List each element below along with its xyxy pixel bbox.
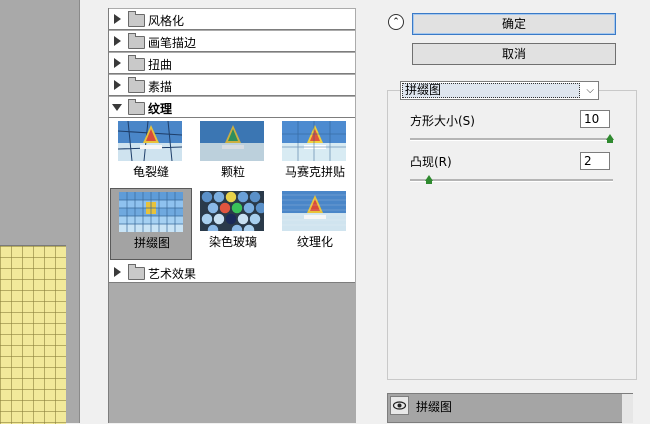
thumb-label: 纹理化 <box>296 235 333 249</box>
thumbnail-image <box>282 121 346 161</box>
thumb-label: 染色玻璃 <box>208 235 257 249</box>
thumb-grain[interactable]: 颗粒 <box>192 118 274 190</box>
relief-slider[interactable] <box>410 179 613 182</box>
square-size-label: 方形大小(S) <box>410 114 475 128</box>
category-artistic[interactable]: 艺术效果 <box>109 262 355 283</box>
triangle-right-icon[interactable] <box>114 80 121 90</box>
triangle-right-icon[interactable] <box>114 14 121 24</box>
thumbnail-image <box>200 121 264 161</box>
effect-layer-name: 拼缀图 <box>416 400 453 414</box>
folder-icon <box>128 77 145 93</box>
triangle-right-icon[interactable] <box>114 58 121 68</box>
square-size-input[interactable]: 10 <box>580 110 610 128</box>
category-texture[interactable]: 纹理 <box>109 97 355 118</box>
folder-icon <box>128 33 145 49</box>
cancel-button[interactable]: 取消 <box>412 43 616 65</box>
thumb-craquelure[interactable]: 龟裂缝 <box>110 118 192 190</box>
category-label: 画笔描边 <box>148 36 197 50</box>
relief-slider-handle[interactable] <box>424 175 433 184</box>
thumb-label: 颗粒 <box>220 165 245 179</box>
thumb-texturizer[interactable]: 纹理化 <box>274 188 356 260</box>
thumb-label: 龟裂缝 <box>132 165 169 179</box>
layers-scrollbar[interactable] <box>622 394 633 423</box>
preview-scroll-edge <box>80 0 98 423</box>
triangle-down-icon[interactable] <box>112 104 122 111</box>
category-label: 素描 <box>148 80 173 94</box>
filter-select-value: 拼缀图 <box>402 83 580 98</box>
chevron-down-icon[interactable]: ⌵ <box>586 85 594 96</box>
category-label: 扭曲 <box>148 58 173 72</box>
category-brush-strokes[interactable]: 画笔描边 <box>109 31 355 52</box>
thumb-stained-glass[interactable]: 染色玻璃 <box>192 188 274 260</box>
thumb-mosaic-tiles[interactable]: 马赛克拼贴 <box>274 118 356 190</box>
folder-icon <box>128 264 145 280</box>
triangle-right-icon[interactable] <box>114 267 121 277</box>
category-distort[interactable]: 扭曲 <box>109 53 355 74</box>
square-size-slider-handle[interactable] <box>606 134 614 143</box>
folder-icon <box>128 99 145 115</box>
category-sketch[interactable]: 素描 <box>109 75 355 96</box>
thumb-label: 拼缀图 <box>133 236 170 250</box>
triangle-right-icon[interactable] <box>114 36 121 46</box>
thumbnail-image <box>118 121 182 161</box>
category-label: 纹理 <box>148 102 173 116</box>
filter-select[interactable]: 拼缀图 ⌵ <box>400 81 599 100</box>
thumbnail-image <box>282 191 346 231</box>
square-size-slider[interactable] <box>410 138 613 141</box>
thumbnail-image <box>119 192 183 232</box>
filter-options-group <box>387 90 637 380</box>
eye-icon[interactable] <box>390 396 409 415</box>
thumb-patchwork[interactable]: 拼缀图 <box>110 188 192 260</box>
folder-icon <box>128 11 145 27</box>
category-label: 风格化 <box>148 14 185 28</box>
thumb-label: 马赛克拼贴 <box>284 165 345 179</box>
category-stylize[interactable]: 风格化 <box>109 9 355 30</box>
preview-canvas[interactable] <box>0 245 66 424</box>
texture-thumbnails: 龟裂缝 颗粒 马赛克拼贴 拼缀图 染色玻璃 纹理化 <box>109 118 355 262</box>
relief-input[interactable]: 2 <box>580 152 610 170</box>
ok-button[interactable]: 确定 <box>412 13 616 35</box>
folder-icon <box>128 55 145 71</box>
relief-label: 凸现(R) <box>410 155 452 169</box>
category-label: 艺术效果 <box>148 267 197 281</box>
thumbnail-image <box>200 191 264 231</box>
double-chevron-up-icon[interactable]: ⌃ <box>388 14 404 30</box>
